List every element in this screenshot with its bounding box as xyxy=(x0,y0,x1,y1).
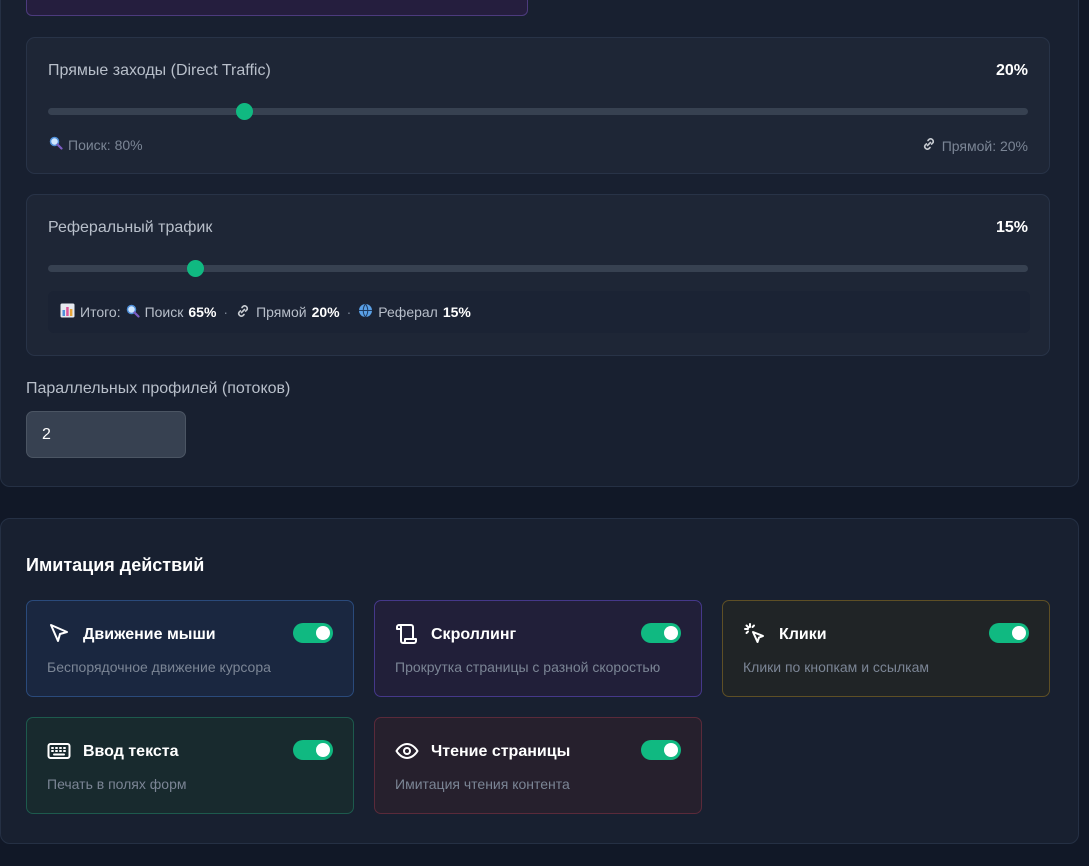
direct-share-text: Прямой: 20% xyxy=(941,137,1028,154)
action-scrolling[interactable]: Скроллинг Прокрутка страницы с разной ск… xyxy=(374,600,702,697)
summary-search-value: 65% xyxy=(188,304,217,320)
referral-traffic-value: 15% xyxy=(995,219,1028,236)
summary-direct-value: 20% xyxy=(311,304,340,320)
action-clicks[interactable]: Клики Клики по кнопкам и ссылкам xyxy=(722,600,1050,697)
summary-prefix: Итого: xyxy=(80,304,121,320)
action-page-reading[interactable]: Чтение страницы Имитация чтения контента xyxy=(374,717,702,814)
action-description: Имитация чтения контента xyxy=(395,776,570,792)
cursor-arrow-icon xyxy=(47,622,71,646)
summary-separator: · xyxy=(346,304,352,320)
clicks-toggle[interactable] xyxy=(989,623,1029,643)
direct-share-hint: Прямой: 20% xyxy=(921,136,1028,155)
scroll-icon xyxy=(395,622,419,646)
direct-traffic-slider[interactable] xyxy=(48,103,1028,120)
link-icon xyxy=(921,136,937,155)
direct-traffic-value: 20% xyxy=(995,62,1028,79)
referral-traffic-slider-thumb[interactable] xyxy=(187,260,204,277)
search-share-text: Поиск: 80% xyxy=(68,136,143,153)
direct-traffic-box: Прямые заходы (Direct Traffic) 20% Поиск… xyxy=(26,37,1050,174)
magnifier-icon xyxy=(49,136,63,153)
top-partial-element xyxy=(26,0,528,16)
direct-traffic-slider-thumb[interactable] xyxy=(236,103,253,120)
action-title: Ввод текста xyxy=(83,743,179,760)
threads-input[interactable] xyxy=(26,411,186,458)
traffic-settings-card: Прямые заходы (Direct Traffic) 20% Поиск… xyxy=(0,0,1079,487)
direct-traffic-title: Прямые заходы (Direct Traffic) xyxy=(48,62,271,79)
toggle-knob xyxy=(1012,626,1026,640)
action-mouse-movement[interactable]: Движение мыши Беспорядочное движение кур… xyxy=(26,600,354,697)
action-title: Движение мыши xyxy=(83,626,216,643)
summary-referral-value: 15% xyxy=(442,304,471,320)
toggle-knob xyxy=(664,743,678,757)
link-icon xyxy=(235,303,251,322)
referral-traffic-box: Реферальный трафик 15% Итого: Поиск 65% … xyxy=(26,194,1050,356)
page-reading-toggle[interactable] xyxy=(641,740,681,760)
mouse-movement-toggle[interactable] xyxy=(293,623,333,643)
summary-direct-label: Прямой xyxy=(256,304,307,320)
pointer-click-icon xyxy=(743,622,767,646)
action-title: Скроллинг xyxy=(431,626,517,643)
toggle-knob xyxy=(664,626,678,640)
text-input-toggle[interactable] xyxy=(293,740,333,760)
action-text-input[interactable]: Ввод текста Печать в полях форм xyxy=(26,717,354,814)
actions-section-title: Имитация действий xyxy=(26,555,205,575)
action-description: Прокрутка страницы с разной скоростью xyxy=(395,659,661,675)
threads-label: Параллельных профилей (потоков) xyxy=(26,380,291,397)
scrolling-toggle[interactable] xyxy=(641,623,681,643)
traffic-summary: Итого: Поиск 65% · Прямой 20% · Реферал … xyxy=(48,291,1030,333)
search-share-hint: Поиск: 80% xyxy=(49,136,143,153)
summary-separator: · xyxy=(223,304,229,320)
magnifier-icon xyxy=(126,304,140,321)
globe-icon xyxy=(358,303,373,321)
referral-traffic-slider[interactable] xyxy=(48,260,1028,277)
referral-traffic-title: Реферальный трафик xyxy=(48,219,213,236)
action-description: Клики по кнопкам и ссылкам xyxy=(743,659,929,675)
actions-card: Имитация действий Движение мыши Беспоряд… xyxy=(0,518,1079,844)
summary-referral-label: Реферал xyxy=(378,304,438,320)
action-title: Клики xyxy=(779,626,827,643)
toggle-knob xyxy=(316,743,330,757)
action-description: Беспорядочное движение курсора xyxy=(47,659,271,675)
page: Прямые заходы (Direct Traffic) 20% Поиск… xyxy=(0,0,1089,866)
keyboard-icon xyxy=(47,739,71,763)
eye-icon xyxy=(395,739,419,763)
action-description: Печать в полях форм xyxy=(47,776,187,792)
toggle-knob xyxy=(316,626,330,640)
summary-search-label: Поиск xyxy=(144,304,184,320)
bar-chart-icon xyxy=(60,303,75,321)
action-title: Чтение страницы xyxy=(431,743,571,760)
